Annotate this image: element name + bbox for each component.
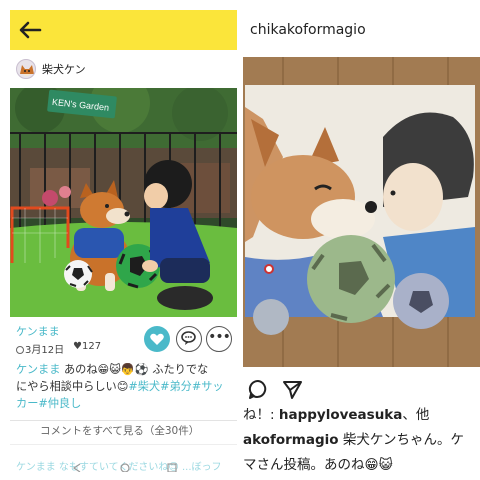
- send-icon[interactable]: [281, 378, 303, 400]
- caption-text: 柴犬ケンちゃん。ケ: [338, 432, 464, 448]
- post-date-text: 3月12日: [25, 345, 65, 356]
- caption-line-1: akoformagio 柴犬ケンちゃん。ケ: [243, 428, 464, 448]
- flag-badge: [264, 264, 274, 274]
- nav-recents-icon: [167, 463, 177, 472]
- author-name[interactable]: 柴犬ケン: [42, 61, 86, 77]
- heart-icon: [150, 333, 164, 345]
- like-button[interactable]: [144, 326, 170, 352]
- arrow-left-icon[interactable]: [18, 20, 42, 40]
- nav-back-icon: [72, 463, 81, 472]
- post-user-name[interactable]: ケンまま: [16, 323, 60, 339]
- caption-user[interactable]: ケンまま: [16, 363, 60, 376]
- caption-text-1: あのね😁😺👦⚽ ふたりでな: [63, 363, 209, 376]
- more-button[interactable]: •••: [206, 326, 232, 352]
- clock-icon: [16, 346, 24, 354]
- post-meta: ケンまま 3月12日 ♥127 •••: [10, 317, 237, 359]
- caption-username[interactable]: akoformagio: [243, 432, 339, 448]
- post-date: 3月12日: [16, 341, 64, 356]
- caption-line-2: マさん投稿。あのね😁😺: [243, 457, 393, 472]
- system-nav-bar: [72, 463, 177, 472]
- comment-bubble-icon: [181, 331, 196, 345]
- post-photo[interactable]: KEN's Garden: [10, 88, 237, 317]
- liked-by-line: ね！: happyloveasuka、他: [243, 403, 429, 423]
- comment-button[interactable]: [176, 326, 202, 352]
- nav-home-icon: [120, 463, 130, 472]
- comment-outline-icon[interactable]: [247, 378, 269, 400]
- profile-username[interactable]: chikakoformagio: [250, 22, 366, 38]
- liked-by-prefix: ね！:: [243, 407, 279, 423]
- painting-photo[interactable]: [243, 57, 480, 367]
- liked-by-user[interactable]: happyloveasuka: [279, 407, 403, 423]
- top-app-bar: [10, 10, 237, 50]
- soccer-ball-white: [64, 260, 93, 288]
- liked-by-suffix[interactable]: 、他: [402, 407, 429, 423]
- post-author-row[interactable]: 柴犬ケン: [10, 50, 237, 88]
- caption-hashtags-2[interactable]: カー#仲良し: [16, 397, 81, 410]
- right-app-panel: chikakoformagio ね！: happyloveasuka、他 ako…: [243, 10, 480, 472]
- left-app-panel: 柴犬ケン KEN's Garden ケンまま 3月12日 ♥127 ••• ケン…: [10, 10, 237, 472]
- post-caption: ケンまま あのね😁😺👦⚽ ふたりでな にやら相談中らしい😊#柴犬#弟分#サッ カ…: [16, 361, 234, 412]
- divider: [10, 444, 237, 445]
- see-all-comments-link[interactable]: コメントをすべて見る（全30件）: [40, 423, 199, 438]
- more-dots-icon: •••: [208, 329, 231, 345]
- caption-hashtags-1[interactable]: #柴犬#弟分#サッ: [128, 380, 223, 393]
- like-count: ♥127: [73, 341, 102, 352]
- caption-text-2: にやら相談中らしい😊: [16, 380, 129, 393]
- dog-avatar-icon[interactable]: [16, 59, 36, 79]
- like-count-value: 127: [81, 341, 102, 352]
- divider: [10, 420, 237, 421]
